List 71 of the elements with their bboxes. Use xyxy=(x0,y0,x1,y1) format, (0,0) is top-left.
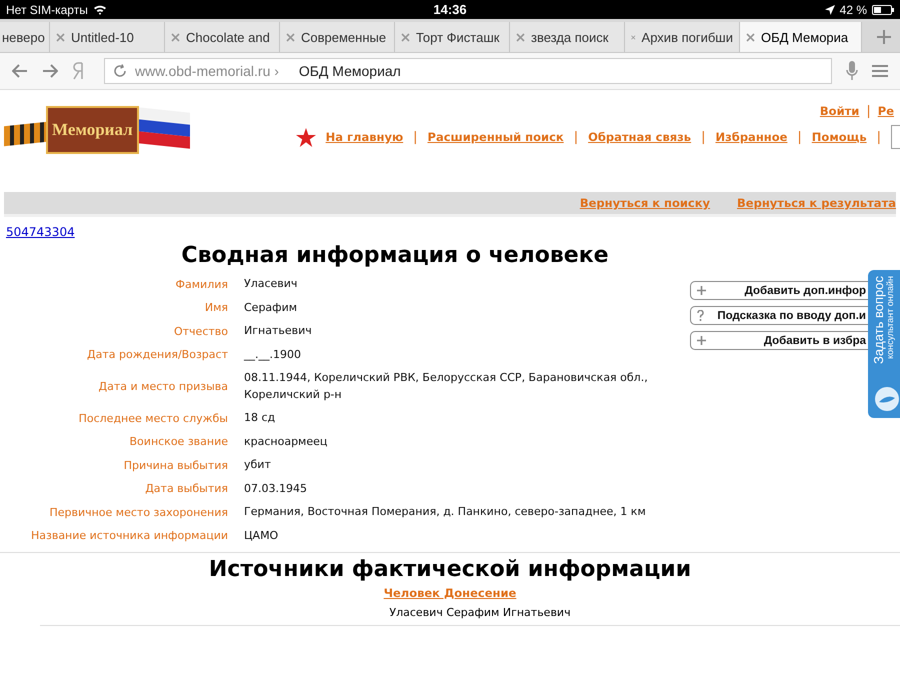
field-value: 18 сд xyxy=(244,410,276,426)
field-label: Причина выбытия xyxy=(122,458,228,472)
link-separator: | xyxy=(413,130,418,144)
field-value: убит xyxy=(244,457,272,473)
field-value: __.__.1900 xyxy=(244,346,302,363)
memorial-logo[interactable]: Мемориал xyxy=(4,102,189,164)
location-arrow-icon xyxy=(824,4,835,14)
menu-icon[interactable] xyxy=(872,64,888,78)
action-button[interactable]: Добавить доп.инфор xyxy=(690,281,868,300)
field-label: Последнее место службы xyxy=(78,412,228,425)
reload-icon[interactable] xyxy=(113,64,127,78)
field-label: Имя xyxy=(204,301,228,314)
link-separator: | xyxy=(574,130,578,144)
field-label: Название источника информации xyxy=(30,529,228,542)
plus-icon xyxy=(697,336,706,345)
question-icon xyxy=(697,310,704,321)
field-label: Воинское звание xyxy=(128,435,228,448)
action-button[interactable]: Подсказка по вводу доп.и xyxy=(690,306,868,325)
field-label: Фамилия xyxy=(174,278,228,291)
star-icon xyxy=(296,128,316,146)
page-title: Сводная информация о человеке xyxy=(180,243,610,268)
battery-percent: 42 % xyxy=(840,2,867,16)
field-value: Игнатьевич xyxy=(244,323,313,339)
field-value: Уласевич xyxy=(244,276,298,292)
field-value: 08.11.1944, Кореличский РВК, Белорусская ССР, Барановичская обл., Кореличский р-н xyxy=(244,370,649,402)
field-label: Первичное место захоронения xyxy=(48,506,228,519)
browser-tab[interactable]: Untitled-10 xyxy=(50,22,165,52)
wifi-icon xyxy=(92,4,107,15)
field-label: Дата и место призыва xyxy=(98,380,228,393)
action-button[interactable]: Добавить в избра xyxy=(690,331,868,350)
browser-tab[interactable]: Современные xyxy=(280,22,395,52)
field-value: красноармеец xyxy=(244,434,328,450)
browser-tab[interactable]: Торт Фисташк xyxy=(395,22,510,52)
browser-tab[interactable]: Архив погибши xyxy=(625,22,740,52)
field-label: Отчество xyxy=(172,324,228,338)
battery-icon xyxy=(872,4,894,14)
field-value: ЦАМО xyxy=(244,528,280,544)
address-field[interactable]: www.obd-memorial.ru › ОБД Мемориал xyxy=(104,58,832,84)
close-icon[interactable] xyxy=(171,32,180,42)
close-icon[interactable] xyxy=(746,32,755,42)
plus-icon xyxy=(697,286,706,295)
field-value: Серафим xyxy=(244,300,298,316)
new-tab-icon[interactable] xyxy=(876,29,892,45)
field-value: 07.03.1945 xyxy=(244,480,308,496)
section-title: Источники фактической информации xyxy=(208,557,692,582)
close-icon[interactable] xyxy=(286,32,295,42)
globe-icon xyxy=(874,386,900,412)
person-name: Уласевич Серафим Игнатьевич xyxy=(40,606,900,626)
search-field[interactable] xyxy=(891,125,900,149)
microphone-icon[interactable] xyxy=(846,61,858,81)
carrier-label: Нет SIM-карты xyxy=(6,2,88,16)
field-label: Дата рождения/Возраст xyxy=(86,348,228,362)
back-icon[interactable] xyxy=(12,64,28,78)
close-icon[interactable] xyxy=(516,32,525,42)
field-label: Дата выбытия xyxy=(144,482,228,496)
clock: 14:36 xyxy=(433,2,467,17)
link-separator: | xyxy=(797,130,802,144)
browser-tab[interactable]: ОБД Мемориа xyxy=(740,22,862,52)
browser-tab[interactable]: неверо xyxy=(0,22,50,52)
close-icon[interactable] xyxy=(401,32,410,42)
browser-tab[interactable]: Chocolate and xyxy=(165,22,280,52)
link-separator: | xyxy=(876,130,881,144)
link-separator: | xyxy=(701,130,706,144)
close-icon[interactable] xyxy=(56,32,65,42)
record-id-link[interactable]: 504743304 xyxy=(6,225,75,239)
field-value: Германия, Восточная Померания, д. Панкино, северо-западнее, 1 км xyxy=(244,504,647,520)
yandex-letter-icon[interactable] xyxy=(72,62,84,80)
close-icon[interactable] xyxy=(631,32,636,42)
forward-icon[interactable] xyxy=(42,64,58,78)
browser-tab[interactable]: звезда поиск xyxy=(510,22,625,52)
link-separator: | xyxy=(866,104,871,119)
